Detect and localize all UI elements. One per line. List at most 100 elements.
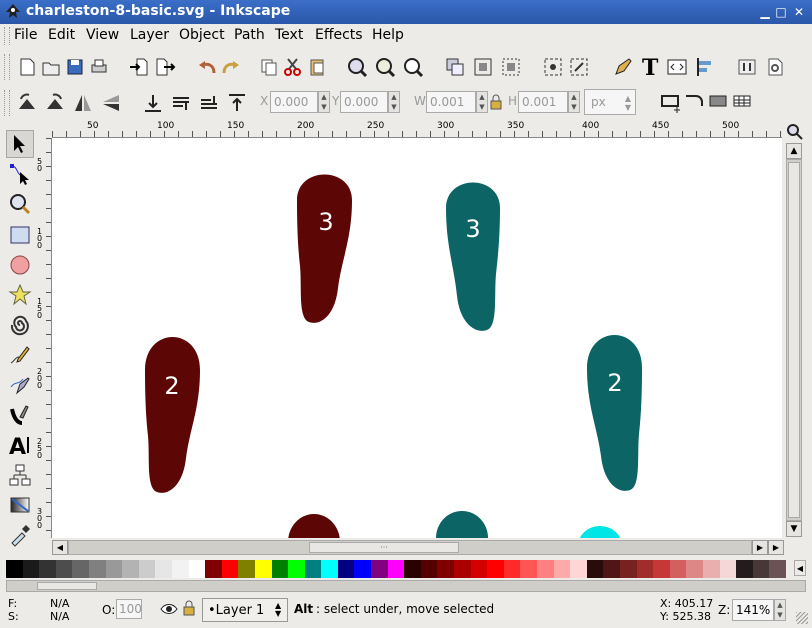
palette-scrollbar[interactable] bbox=[6, 580, 806, 592]
zoom-tool-icon[interactable] bbox=[6, 190, 34, 218]
paste-icon[interactable] bbox=[304, 54, 330, 80]
fill-value[interactable]: N/A bbox=[50, 597, 69, 610]
document-properties-icon[interactable] bbox=[762, 54, 788, 80]
fill-stroke-icon[interactable] bbox=[540, 54, 566, 80]
layer-lock-icon[interactable] bbox=[182, 600, 196, 616]
toolbar2-grip[interactable] bbox=[4, 90, 10, 116]
partial-footprint-teal[interactable] bbox=[436, 511, 488, 538]
export-icon[interactable] bbox=[152, 54, 178, 80]
transform-icon[interactable] bbox=[566, 54, 592, 80]
scroll-right-end-button[interactable]: ▶ bbox=[768, 540, 784, 555]
partial-footprint-maroon[interactable] bbox=[288, 514, 340, 538]
color-swatch[interactable] bbox=[669, 560, 687, 578]
color-swatch[interactable] bbox=[304, 560, 322, 578]
color-swatch[interactable] bbox=[686, 560, 703, 578]
resize-grip[interactable] bbox=[796, 612, 808, 624]
palette-menu-button[interactable]: ◀ bbox=[794, 560, 806, 576]
h-input[interactable]: 0.001 bbox=[518, 91, 568, 113]
color-swatch[interactable] bbox=[321, 560, 338, 578]
menu-layer[interactable]: Layer bbox=[130, 27, 169, 43]
color-swatch[interactable] bbox=[553, 560, 571, 578]
menu-view[interactable]: View bbox=[86, 27, 119, 43]
gradient-tool-icon[interactable] bbox=[6, 491, 34, 519]
color-swatch[interactable] bbox=[39, 560, 56, 578]
color-swatch[interactable] bbox=[619, 560, 637, 578]
color-swatch[interactable] bbox=[138, 560, 156, 578]
menu-help[interactable]: Help bbox=[372, 27, 404, 43]
minimize-button[interactable]: ▁ bbox=[758, 5, 772, 19]
footprint-left-3[interactable]: 3 bbox=[297, 174, 352, 323]
ellipse-tool-icon[interactable] bbox=[6, 251, 34, 279]
color-swatch[interactable] bbox=[205, 560, 222, 578]
menu-object[interactable]: Object bbox=[179, 27, 225, 43]
scroll-down-button[interactable]: ▼ bbox=[786, 521, 802, 537]
zoom-corner-icon[interactable] bbox=[786, 123, 804, 141]
dropper-tool-icon[interactable] bbox=[6, 521, 34, 549]
color-swatch[interactable] bbox=[221, 560, 239, 578]
scale-corners-icon[interactable] bbox=[682, 90, 708, 116]
color-swatch[interactable] bbox=[653, 560, 670, 578]
scroll-up-button[interactable]: ▲ bbox=[786, 143, 802, 159]
pen-tool-icon[interactable] bbox=[6, 371, 34, 399]
cut-icon[interactable] bbox=[280, 54, 306, 80]
color-swatch[interactable] bbox=[603, 560, 620, 578]
color-swatch[interactable] bbox=[354, 560, 372, 578]
copy-icon[interactable] bbox=[256, 54, 282, 80]
color-swatch[interactable] bbox=[6, 560, 23, 578]
color-swatch[interactable] bbox=[188, 560, 206, 578]
color-swatch[interactable] bbox=[387, 560, 405, 578]
layer-select[interactable]: •Layer 1 ▲ ▼ bbox=[202, 598, 288, 622]
color-swatch[interactable] bbox=[636, 560, 654, 578]
pen-edit-icon[interactable] bbox=[610, 54, 636, 80]
flip-vertical-icon[interactable] bbox=[98, 90, 124, 116]
scroll-right-button[interactable]: ▶ bbox=[752, 540, 768, 555]
h-spinner[interactable]: ▲ ▼ bbox=[568, 91, 580, 113]
maximize-button[interactable]: □ bbox=[774, 5, 788, 19]
color-swatch[interactable] bbox=[55, 560, 73, 578]
zoom-page-icon[interactable] bbox=[400, 54, 426, 80]
color-swatch[interactable] bbox=[254, 560, 272, 578]
zoom-input[interactable]: 141% bbox=[732, 599, 774, 621]
save-icon[interactable] bbox=[62, 54, 88, 80]
rotate-cw-icon[interactable] bbox=[42, 90, 68, 116]
unit-select[interactable]: px ▲ ▼ bbox=[584, 89, 636, 115]
color-swatch[interactable] bbox=[271, 560, 289, 578]
color-swatch[interactable] bbox=[470, 560, 488, 578]
color-swatch[interactable] bbox=[22, 560, 40, 578]
color-swatch[interactable] bbox=[288, 560, 305, 578]
w-input[interactable]: 0.001 bbox=[426, 91, 476, 113]
open-document-icon[interactable] bbox=[38, 54, 64, 80]
palette-scroll-thumb[interactable] bbox=[37, 582, 97, 590]
vertical-ruler[interactable]: 50 100 150 200 250 300 bbox=[36, 138, 52, 538]
lower-to-bottom-icon[interactable] bbox=[140, 90, 166, 116]
eye-visibility-icon[interactable] bbox=[160, 601, 178, 617]
raise-icon[interactable] bbox=[196, 90, 222, 116]
vertical-scroll-thumb[interactable] bbox=[788, 162, 800, 518]
color-swatch[interactable] bbox=[702, 560, 720, 578]
color-swatch[interactable] bbox=[122, 560, 139, 578]
menu-file[interactable]: File bbox=[14, 27, 37, 43]
x-input[interactable]: 0.000 bbox=[270, 91, 318, 113]
footprint-right-2[interactable]: 2 bbox=[587, 335, 642, 491]
color-swatch[interactable] bbox=[719, 560, 737, 578]
color-swatch[interactable] bbox=[454, 560, 471, 578]
menu-edit[interactable]: Edit bbox=[48, 27, 75, 43]
lock-ratio-icon[interactable] bbox=[489, 94, 503, 110]
color-swatch[interactable] bbox=[105, 560, 123, 578]
horizontal-ruler[interactable]: 50 100 150 200 250 300 350 400 450 500 bbox=[52, 120, 782, 138]
color-swatch[interactable] bbox=[537, 560, 554, 578]
menu-effects[interactable]: Effects bbox=[315, 27, 363, 43]
zoom-drawing-icon[interactable] bbox=[372, 54, 398, 80]
node-tool-icon[interactable] bbox=[6, 160, 34, 188]
color-swatch[interactable] bbox=[586, 560, 604, 578]
star-tool-icon[interactable] bbox=[6, 281, 34, 309]
menubar-grip[interactable] bbox=[4, 27, 10, 45]
color-swatch[interactable] bbox=[238, 560, 255, 578]
color-swatch[interactable] bbox=[437, 560, 455, 578]
new-document-icon[interactable] bbox=[14, 54, 40, 80]
color-swatch[interactable] bbox=[420, 560, 438, 578]
scroll-left-button[interactable]: ◀ bbox=[52, 540, 68, 555]
rectangle-tool-icon[interactable] bbox=[6, 221, 34, 249]
color-swatch[interactable] bbox=[487, 560, 504, 578]
calligraphy-tool-icon[interactable] bbox=[6, 401, 34, 429]
